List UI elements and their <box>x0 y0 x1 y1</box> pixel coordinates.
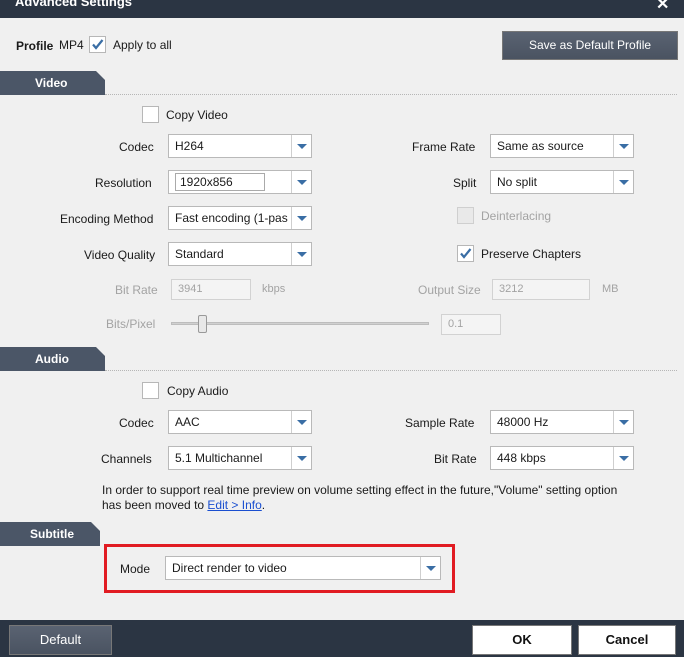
mode-label: Mode <box>120 562 151 576</box>
resolution-select[interactable]: 1920x856 <box>168 170 312 194</box>
chevron-down-icon <box>291 135 311 157</box>
video-codec-select[interactable]: H264 <box>168 134 312 158</box>
save-default-profile-button[interactable]: Save as Default Profile <box>502 31 678 60</box>
sample-rate-select[interactable]: 48000 Hz <box>490 410 634 434</box>
resolution-label: Resolution <box>95 176 152 190</box>
preserve-chapters-checkbox[interactable] <box>457 245 474 262</box>
audio-codec-value: AAC <box>175 415 200 429</box>
frame-rate-value: Same as source <box>497 139 584 153</box>
video-quality-select[interactable]: Standard <box>168 242 312 266</box>
deinterlacing-label: Deinterlacing <box>481 209 552 223</box>
copy-audio-checkbox[interactable] <box>142 382 159 399</box>
bits-pixel-slider-thumb[interactable] <box>197 315 207 333</box>
sample-rate-value: 48000 Hz <box>497 415 549 429</box>
video-quality-label: Video Quality <box>84 248 156 262</box>
apply-all-checkbox[interactable] <box>89 36 106 53</box>
subtitle-mode-select[interactable]: Direct render to video <box>165 556 441 580</box>
cancel-button[interactable]: Cancel <box>578 625 676 655</box>
chevron-down-icon <box>613 411 633 433</box>
video-quality-value: Standard <box>175 247 224 261</box>
chevron-down-icon <box>291 243 311 265</box>
default-button[interactable]: Default <box>9 625 112 655</box>
frame-rate-label: Frame Rate <box>412 140 476 154</box>
video-codec-label: Codec <box>119 140 154 154</box>
subtitle-mode-value: Direct render to video <box>172 561 287 575</box>
copy-video-label: Copy Video <box>166 108 228 122</box>
bits-pixel-input[interactable]: 0.1 <box>441 314 501 335</box>
chevron-down-icon <box>613 135 633 157</box>
encoding-method-select[interactable]: Fast encoding (1-pas <box>168 206 312 230</box>
split-label: Split <box>453 176 477 190</box>
audio-section-header: Audio <box>0 347 106 371</box>
bits-pixel-slider-track[interactable] <box>171 322 429 325</box>
divider <box>105 370 677 371</box>
deinterlacing-checkbox[interactable] <box>457 207 474 224</box>
encoding-method-label: Encoding Method <box>60 212 154 226</box>
preserve-chapters-label: Preserve Chapters <box>481 247 582 261</box>
audio-note-prefix: has been moved to <box>102 498 208 512</box>
apply-all-label: Apply to all <box>113 38 172 52</box>
chevron-down-icon <box>613 171 633 193</box>
frame-rate-select[interactable]: Same as source <box>490 134 634 158</box>
channels-label: Channels <box>101 452 152 466</box>
chevron-down-icon <box>291 171 311 193</box>
window-title: Advanced Settings <box>15 0 133 9</box>
copy-audio-label: Copy Audio <box>167 384 229 398</box>
output-size-unit: MB <box>602 283 619 295</box>
chevron-down-icon <box>613 447 633 469</box>
chevron-down-icon <box>291 447 311 469</box>
subtitle-section-header: Subtitle <box>0 522 101 546</box>
chevron-down-icon <box>291 411 311 433</box>
audio-codec-select[interactable]: AAC <box>168 410 312 434</box>
audio-codec-label: Codec <box>119 416 154 430</box>
video-bitrate-label: Bit Rate <box>115 283 158 297</box>
edit-info-link[interactable]: Edit > Info <box>207 498 261 512</box>
audio-bitrate-label: Bit Rate <box>434 452 477 466</box>
resolution-value[interactable]: 1920x856 <box>175 173 265 191</box>
split-value: No split <box>497 175 538 189</box>
audio-bitrate-select[interactable]: 448 kbps <box>490 446 634 470</box>
output-size-input[interactable]: 3212 <box>492 279 590 300</box>
sample-rate-label: Sample Rate <box>405 416 475 430</box>
ok-button[interactable]: OK <box>472 625 572 655</box>
dialog-body <box>0 18 684 620</box>
check-icon <box>460 248 472 259</box>
split-select[interactable]: No split <box>490 170 634 194</box>
channels-select[interactable]: 5.1 Multichannel <box>168 446 312 470</box>
output-size-label: Output Size <box>418 283 481 297</box>
video-bitrate-input[interactable]: 3941 <box>171 279 251 300</box>
video-bitrate-unit: kbps <box>262 283 286 295</box>
chevron-down-icon <box>420 557 440 579</box>
bits-pixel-label: Bits/Pixel <box>106 317 156 331</box>
profile-label: Profile <box>16 39 54 53</box>
profile-value: MP4 <box>59 38 84 52</box>
check-icon <box>92 39 104 50</box>
audio-bitrate-value: 448 kbps <box>497 451 546 465</box>
video-section-header: Video <box>0 71 106 95</box>
chevron-down-icon <box>291 207 311 229</box>
channels-value: 5.1 Multichannel <box>175 451 263 465</box>
divider <box>105 94 677 95</box>
close-icon[interactable]: ✕ <box>656 0 669 14</box>
encoding-method-value: Fast encoding (1-pas <box>175 211 288 225</box>
video-codec-value: H264 <box>175 139 204 153</box>
audio-note-suffix: . <box>261 498 266 512</box>
copy-video-checkbox[interactable] <box>142 106 159 123</box>
audio-note-line1: In order to support real time preview on… <box>102 483 618 497</box>
audio-note-line2: has been moved to Edit > Info. <box>102 498 265 512</box>
